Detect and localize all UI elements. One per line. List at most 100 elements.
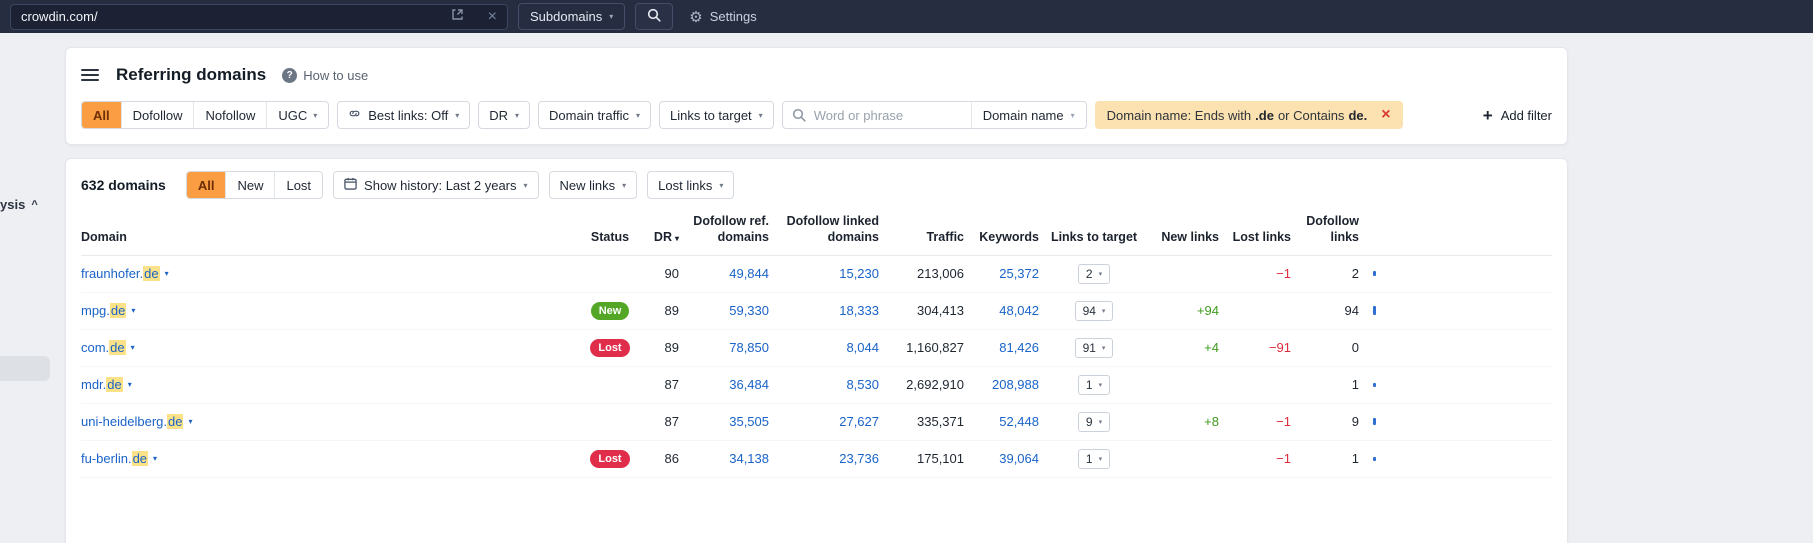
sidebar-item-analysis-fragment[interactable]: ysis ^ xyxy=(0,197,38,212)
keywords-value[interactable]: 52,448 xyxy=(999,414,1039,429)
menu-icon[interactable] xyxy=(81,69,99,81)
sparkline-cell xyxy=(1359,306,1404,315)
highlighted-match: de xyxy=(109,303,127,318)
history-segment-all[interactable]: All xyxy=(186,172,226,198)
domain-dropdown-caret[interactable]: ▾ xyxy=(131,306,135,315)
domain-traffic-dropdown[interactable]: Domain traffic ▾ xyxy=(538,101,652,129)
filter-segment-ugc[interactable]: UGC ▾ xyxy=(266,102,328,128)
dr-value-cell: 89 xyxy=(639,340,679,355)
domain-dropdown-caret[interactable]: ▾ xyxy=(153,454,157,463)
keywords-value[interactable]: 25,372 xyxy=(999,266,1039,281)
column-header-dofollow-links[interactable]: Dofollow links xyxy=(1291,213,1359,246)
dofollow-ref-domains-value[interactable]: 59,330 xyxy=(729,303,769,318)
chevron-down-icon: ▾ xyxy=(1101,344,1106,352)
highlighted-match: de xyxy=(109,340,126,355)
lost-links-value: −1 xyxy=(1276,266,1291,281)
show-history-label: Show history: Last 2 years xyxy=(364,177,517,193)
column-header-keywords[interactable]: Keywords xyxy=(964,229,1039,245)
dofollow-linked-domains-value[interactable]: 23,736 xyxy=(839,451,879,466)
dofollow-linked-domains-value[interactable]: 18,333 xyxy=(839,303,879,318)
domain-name-select[interactable]: Domain name ▾ xyxy=(970,101,1087,129)
domain-link[interactable]: mpg.de xyxy=(81,303,127,318)
dofollow-ref-domains-value[interactable]: 35,505 xyxy=(729,414,769,429)
domain-cell: fu-berlin.de ▾ xyxy=(81,451,581,466)
add-filter-button[interactable]: + Add filter xyxy=(1483,107,1552,124)
search-submit-button[interactable] xyxy=(635,3,674,30)
dr-filter-dropdown[interactable]: DR ▾ xyxy=(478,101,531,129)
search-icon xyxy=(792,108,806,127)
chevron-down-icon: ▾ xyxy=(1070,110,1075,120)
active-filter-chip[interactable]: Domain name: Ends with .de or Contains d… xyxy=(1094,101,1403,129)
domain-dropdown-caret[interactable]: ▾ xyxy=(165,269,169,278)
column-header-dr[interactable]: DR ▾ xyxy=(639,229,679,245)
word-or-phrase-input[interactable] xyxy=(781,101,972,129)
sidebar-selected-item-fragment[interactable] xyxy=(0,356,50,381)
remove-filter-icon[interactable]: × xyxy=(1381,107,1390,123)
settings-button[interactable]: ⚙ Settings xyxy=(689,8,756,26)
links-to-target-cell: 2 ▾ xyxy=(1039,263,1149,284)
dofollow-linked-domains-value[interactable]: 8,044 xyxy=(846,340,879,355)
dofollow-linked-domains-value[interactable]: 27,627 xyxy=(839,414,879,429)
column-header-status[interactable]: Status xyxy=(581,229,639,245)
subdomains-dropdown[interactable]: Subdomains ▾ xyxy=(518,3,626,30)
new-links-dropdown[interactable]: New links ▾ xyxy=(548,171,638,199)
column-header-links-to-target[interactable]: Links to target xyxy=(1039,229,1149,245)
domain-dropdown-caret[interactable]: ▾ xyxy=(131,343,135,352)
chevron-down-icon: ▾ xyxy=(1098,418,1103,426)
links-to-target-cell: 1 ▾ xyxy=(1039,374,1149,395)
traffic-value: 335,371 xyxy=(917,414,964,429)
dofollow-links-sparkbar xyxy=(1373,306,1376,315)
filter-segment-all[interactable]: All xyxy=(82,102,121,128)
clear-input-icon[interactable]: × xyxy=(488,8,497,25)
column-header-domain[interactable]: Domain xyxy=(81,229,581,245)
dofollow-linked-domains-value[interactable]: 8,530 xyxy=(846,377,879,392)
links-to-target-dropdown[interactable]: 94 ▾ xyxy=(1074,300,1114,321)
domain-link[interactable]: fraunhofer.de xyxy=(81,266,160,281)
links-to-target-dropdown[interactable]: 9 ▾ xyxy=(1077,411,1111,432)
site-url-input[interactable]: crowdin.com/ × xyxy=(10,3,508,30)
keywords-value[interactable]: 48,042 xyxy=(999,303,1039,318)
show-history-dropdown[interactable]: Show history: Last 2 years ▾ xyxy=(333,171,539,199)
domain-link[interactable]: fu-berlin.de xyxy=(81,451,149,466)
lost-links-dropdown[interactable]: Lost links ▾ xyxy=(647,171,735,199)
column-header-new-links[interactable]: New links xyxy=(1149,229,1219,245)
page-title: Referring domains xyxy=(116,65,267,84)
column-header-traffic[interactable]: Traffic xyxy=(879,229,964,245)
keywords-value[interactable]: 39,064 xyxy=(999,451,1039,466)
domain-dropdown-caret[interactable]: ▾ xyxy=(188,417,192,426)
dofollow-links-value: 1 xyxy=(1351,377,1359,392)
dofollow-linked-domains-value-cell: 27,627 xyxy=(769,414,879,429)
external-link-icon[interactable] xyxy=(451,8,464,26)
links-to-target-dropdown[interactable]: 2 ▾ xyxy=(1077,263,1111,284)
dofollow-ref-domains-value[interactable]: 34,138 xyxy=(729,451,769,466)
column-header-dofollow-linked-domains[interactable]: Dofollow linked domains xyxy=(769,213,879,246)
domain-link[interactable]: mdr.de xyxy=(81,377,123,392)
dr-value-cell: 89 xyxy=(639,303,679,318)
history-segment-lost[interactable]: Lost xyxy=(274,172,322,198)
active-filter-text: Domain name: Ends with .de or Contains d… xyxy=(1106,107,1368,123)
traffic-value-cell: 304,413 xyxy=(879,303,964,318)
links-to-target-dropdown[interactable]: 91 ▾ xyxy=(1074,337,1114,358)
filter-segment-nofollow[interactable]: Nofollow xyxy=(193,102,266,128)
domain-dropdown-caret[interactable]: ▾ xyxy=(128,380,132,389)
keywords-value[interactable]: 208,988 xyxy=(992,377,1039,392)
keywords-value[interactable]: 81,426 xyxy=(999,340,1039,355)
dofollow-linked-domains-value[interactable]: 15,230 xyxy=(839,266,879,281)
how-to-use-link[interactable]: ? How to use xyxy=(282,67,368,83)
dofollow-links-value: 2 xyxy=(1351,266,1359,281)
domain-link[interactable]: com.de xyxy=(81,340,126,355)
links-to-target-dropdown-filter[interactable]: Links to target ▾ xyxy=(659,101,774,129)
dofollow-ref-domains-value[interactable]: 36,484 xyxy=(729,377,769,392)
domain-link[interactable]: uni-heidelberg.de xyxy=(81,414,184,429)
best-links-dropdown[interactable]: Best links: Off ▾ xyxy=(337,101,471,129)
history-segment-new[interactable]: New xyxy=(225,172,274,198)
dofollow-ref-domains-value[interactable]: 78,850 xyxy=(729,340,769,355)
lost-links-value-cell: −1 xyxy=(1219,266,1291,281)
column-header-dofollow-ref-domains[interactable]: Dofollow ref. domains xyxy=(679,213,769,246)
new-links-value: +4 xyxy=(1204,340,1219,355)
links-to-target-dropdown[interactable]: 1 ▾ xyxy=(1077,448,1111,469)
dofollow-ref-domains-value[interactable]: 49,844 xyxy=(729,266,769,281)
column-header-lost-links[interactable]: Lost links xyxy=(1219,229,1291,245)
filter-segment-dofollow[interactable]: Dofollow xyxy=(120,102,194,128)
links-to-target-dropdown[interactable]: 1 ▾ xyxy=(1077,374,1111,395)
